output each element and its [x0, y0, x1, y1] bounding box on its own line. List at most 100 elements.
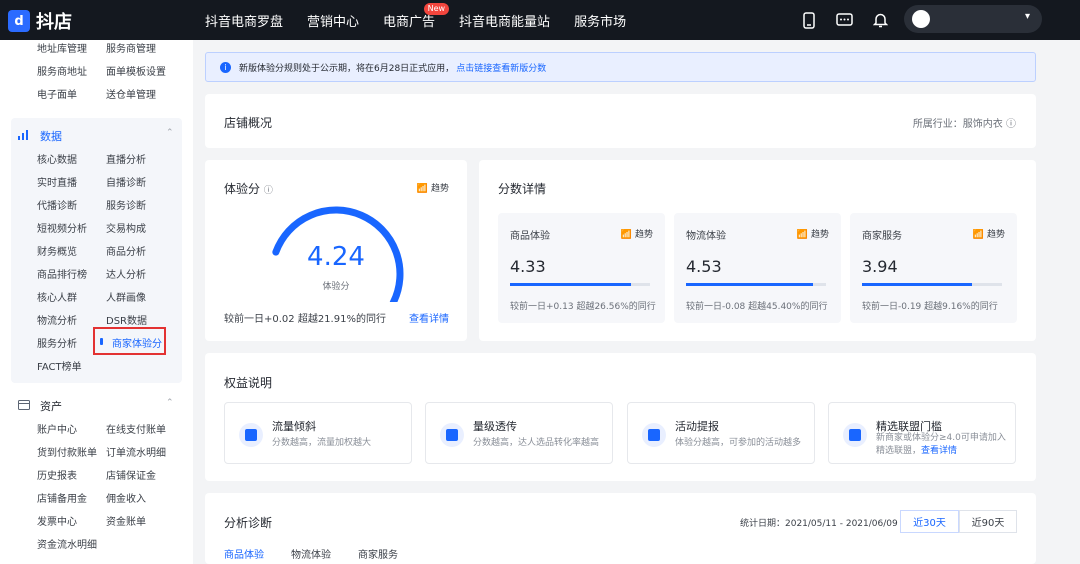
nav-ads[interactable]: 电商广告 New — [383, 2, 450, 30]
gauge-label: 体验分 — [322, 282, 350, 292]
sidebar-item-reserve-fund[interactable]: 店铺备用金 — [37, 490, 106, 505]
notice-text: 新版体验分规则处于公示期，将在6月28日正式应用， — [239, 63, 455, 74]
benefits-title: 权益说明 — [224, 376, 273, 390]
tab-merchant-service[interactable]: 商家服务 — [358, 546, 398, 561]
sidebar-item-realtime-live[interactable]: 实时直播 — [37, 174, 106, 189]
user-menu[interactable]: ▾ — [904, 5, 1042, 33]
chevron-down-icon: ▾ — [1024, 11, 1030, 22]
help-icon[interactable]: ⓘ — [264, 186, 273, 196]
sidebar-item-finance-overview[interactable]: 财务概览 — [37, 243, 106, 258]
notice-link[interactable]: 点击链接查看新版分数 — [456, 61, 546, 74]
sidebar-row: 实时直播 自播诊断 — [37, 170, 187, 193]
chevron-up-icon[interactable]: ⌃ — [166, 128, 174, 138]
phone-icon[interactable] — [799, 10, 819, 30]
chat-icon[interactable] — [834, 10, 854, 30]
benefit-magnitude[interactable]: 量级透传 分数越高，达人选品转化率越高 — [425, 402, 613, 464]
sidebar-item-dsr-data[interactable]: DSR数据 — [106, 312, 175, 327]
score-value: 4.24 — [307, 242, 365, 272]
benefit-traffic[interactable]: 流量倾斜 分数越高，流量加权越大 — [224, 402, 412, 464]
sidebar-item-influencer-analysis[interactable]: 达人分析 — [106, 266, 175, 281]
sidebar-item-short-video[interactable]: 短视频分析 — [37, 220, 106, 235]
sidebar-item-order-flow[interactable]: 订单流水明细 — [106, 444, 175, 459]
sidebar-item-fact-ranking[interactable]: FACT榜单 — [37, 358, 106, 373]
help-icon[interactable]: ⓘ — [1006, 119, 1016, 130]
sidebar-item-provider-mgmt[interactable]: 服务商管理 — [106, 40, 175, 55]
benefit-alliance[interactable]: 精选联盟门槛 新商家或体验分≥4.0可申请加入 精选联盟，查看详情 — [828, 402, 1016, 464]
detail-name: 商家服务 — [862, 231, 902, 242]
sidebar-item-e-waybill[interactable]: 电子面单 — [37, 86, 106, 101]
detail-value: 4.33 — [510, 257, 546, 276]
sidebar-item-history-report[interactable]: 历史报表 — [37, 467, 106, 482]
detail-compare: 较前一日-0.08 超越45.40%的同行 — [686, 302, 828, 312]
detail-progress — [686, 283, 826, 286]
nav-compass[interactable]: 抖音电商罗盘 — [205, 11, 283, 30]
sidebar-row: 商品排行榜 达人分析 — [37, 262, 187, 285]
sidebar-row: 短视频分析 交易构成 — [37, 216, 187, 239]
logo[interactable]: d 抖店 — [8, 8, 72, 34]
sidebar-item-logistics-analysis[interactable]: 物流分析 — [37, 312, 106, 327]
detail-trend-link[interactable]: 📶 趋势 — [973, 227, 1005, 240]
detail-value: 4.53 — [686, 257, 722, 276]
tab-product-experience[interactable]: 商品体验 — [224, 546, 264, 561]
sidebar-item-self-live-diagnosis[interactable]: 自播诊断 — [106, 174, 175, 189]
date-range: 统计日期：2021/05/11 - 2021/06/09 — [740, 519, 898, 529]
sidebar-item-core-audience[interactable]: 核心人群 — [37, 289, 106, 304]
sidebar-row: 电子面单 送仓单管理 — [37, 82, 187, 105]
sidebar-item-agent-live-diagnosis[interactable]: 代播诊断 — [37, 197, 106, 212]
trend-icon: 📶 — [416, 184, 429, 194]
sidebar-item-online-payment-bill[interactable]: 在线支付账单 — [106, 421, 175, 436]
sidebar-item-commission-income[interactable]: 佣金收入 — [106, 490, 175, 505]
benefit-activity[interactable]: 活动提报 体验分越高，可参加的活动越多 — [627, 402, 815, 464]
range-30-button[interactable]: 近30天 — [900, 510, 959, 533]
sidebar-group-data[interactable]: 数据 — [18, 128, 62, 144]
sidebar-item-fund-flow[interactable]: 资金流水明细 — [37, 536, 106, 551]
detail-item-logistics[interactable]: 物流体验 📶 趋势 4.53 较前一日-0.08 超越45.40%的同行 — [674, 213, 841, 323]
sidebar-item-product-ranking[interactable]: 商品排行榜 — [37, 266, 106, 281]
sidebar-item-waybill-template[interactable]: 面单模板设置 — [106, 63, 175, 78]
nav-energy-station[interactable]: 抖音电商能量站 — [459, 11, 550, 30]
sidebar-item-account-center[interactable]: 账户中心 — [37, 421, 106, 436]
industry-text: 所属行业：服饰内衣 — [912, 119, 1003, 130]
sidebar-item-warehouse-order[interactable]: 送仓单管理 — [106, 86, 175, 101]
sidebar-item-product-analysis[interactable]: 商品分析 — [106, 243, 175, 258]
detail-trend-link[interactable]: 📶 趋势 — [621, 227, 653, 240]
flag-icon — [642, 423, 666, 447]
sidebar-item-core-data[interactable]: 核心数据 — [37, 151, 106, 166]
sidebar-group-assets[interactable]: 资产 — [18, 398, 62, 414]
sidebar-row: 核心人群 人群画像 — [37, 285, 187, 308]
sidebar-item-invoice-center[interactable]: 发票中心 — [37, 513, 106, 528]
benefit-desc: 体验分越高，可参加的活动越多 — [675, 438, 802, 448]
info-icon: i — [220, 61, 231, 73]
sidebar-item-provider-address[interactable]: 服务商地址 — [37, 63, 106, 78]
detail-item-product[interactable]: 商品体验 📶 趋势 4.33 较前一日+0.13 超越26.56%的同行 — [498, 213, 665, 323]
trend-icon: 📶 — [620, 230, 633, 240]
sidebar-item-cod-bill[interactable]: 货到付款账单 — [37, 444, 106, 459]
score-trend-link[interactable]: 📶 趋势 — [417, 181, 449, 194]
overview-card: 店铺概况 所属行业：服饰内衣 ⓘ — [205, 94, 1036, 148]
nav-service-market[interactable]: 服务市场 — [574, 11, 626, 30]
benefit-detail-link[interactable]: 查看详情 — [921, 446, 957, 456]
sidebar-item-audience-profile[interactable]: 人群画像 — [106, 289, 175, 304]
sidebar-item-address-lib[interactable]: 地址库管理 — [37, 40, 106, 55]
sidebar-item-fund-bill[interactable]: 资金账单 — [106, 513, 175, 528]
nav-marketing[interactable]: 营销中心 — [307, 11, 359, 30]
detail-trend-label: 趋势 — [986, 230, 1005, 240]
top-nav: 抖音电商罗盘 营销中心 电商广告 New 抖音电商能量站 服务市场 — [205, 0, 650, 40]
traffic-icon — [239, 423, 263, 447]
chevron-up-icon[interactable]: ⌃ — [166, 398, 174, 408]
detail-item-service[interactable]: 商家服务 📶 趋势 3.94 较前一日-0.19 超越9.16%的同行 — [850, 213, 1017, 323]
bell-icon[interactable] — [870, 10, 890, 30]
sidebar-item-live-analysis[interactable]: 直播分析 — [106, 151, 175, 166]
bag-icon — [440, 423, 464, 447]
sidebar-row: 店铺备用金 佣金收入 — [37, 486, 187, 509]
analysis-title: 分析诊断 — [224, 516, 273, 530]
sidebar-asset-group: 账户中心 在线支付账单 货到付款账单 订单流水明细 历史报表 店铺保证金 店铺备用金佣… — [37, 417, 187, 555]
sidebar-item-store-deposit[interactable]: 店铺保证金 — [106, 467, 175, 482]
score-detail-link[interactable]: 查看详情 — [409, 310, 449, 325]
benefit-name: 活动提报 — [675, 420, 719, 433]
range-90-button[interactable]: 近90天 — [959, 510, 1017, 533]
tab-logistics-experience[interactable]: 物流体验 — [291, 546, 331, 561]
sidebar-item-trade-structure[interactable]: 交易构成 — [106, 220, 175, 235]
detail-trend-link[interactable]: 📶 趋势 — [797, 227, 829, 240]
sidebar-item-service-diagnosis[interactable]: 服务诊断 — [106, 197, 175, 212]
